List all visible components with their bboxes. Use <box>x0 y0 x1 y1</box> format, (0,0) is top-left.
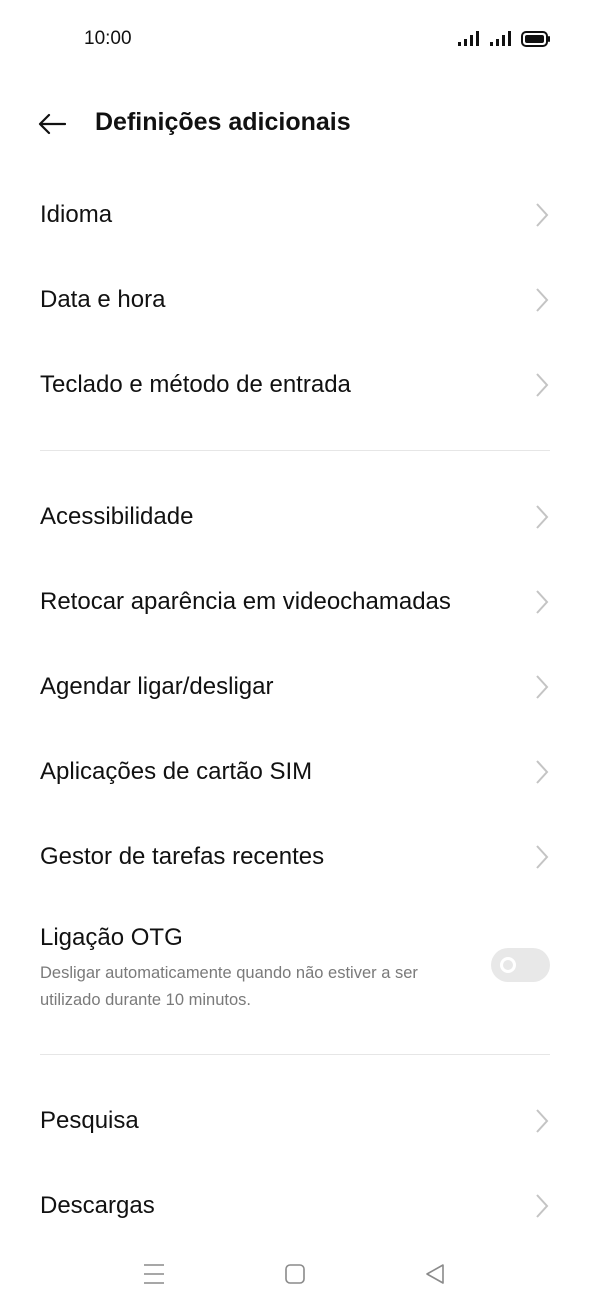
page-title: Definições adicionais <box>95 108 351 136</box>
chevron-right-icon <box>536 1194 549 1218</box>
signal-icon <box>458 31 479 46</box>
system-nav-bar <box>0 1240 589 1309</box>
otg-title: Ligação OTG <box>40 924 183 951</box>
chevron-right-icon <box>536 760 549 784</box>
chevron-right-icon <box>536 288 549 312</box>
settings-item-label: Pesquisa <box>40 1107 139 1134</box>
otg-toggle[interactable] <box>491 948 550 982</box>
status-time: 10:00 <box>84 28 132 49</box>
divider <box>40 1054 550 1055</box>
settings-item-label: Agendar ligar/desligar <box>40 673 274 700</box>
chevron-right-icon <box>536 505 549 529</box>
settings-item-recent-tasks[interactable]: Gestor de tarefas recentes <box>0 815 589 900</box>
toggle-knob <box>500 957 516 973</box>
status-bar: 10:00 <box>0 0 589 80</box>
chevron-right-icon <box>536 675 549 699</box>
back-triangle-icon <box>426 1264 444 1284</box>
settings-item-video-call-retouch[interactable]: Retocar aparência em videochamadas <box>0 560 589 645</box>
settings-item-sim-apps[interactable]: Aplicações de cartão SIM <box>0 730 589 815</box>
chevron-right-icon <box>536 1109 549 1133</box>
settings-item-language[interactable]: Idioma <box>0 173 589 258</box>
otg-description: Desligar automaticamente quando não esti… <box>40 964 418 1009</box>
chevron-right-icon <box>536 845 549 869</box>
settings-item-date-time[interactable]: Data e hora <box>0 258 589 343</box>
divider <box>40 450 550 451</box>
back-button[interactable] <box>32 104 72 144</box>
settings-item-label: Descargas <box>40 1192 155 1219</box>
home-square-icon <box>285 1264 305 1284</box>
chevron-right-icon <box>536 590 549 614</box>
settings-item-downloads[interactable]: Descargas <box>0 1163 589 1248</box>
settings-item-label: Gestor de tarefas recentes <box>40 843 325 870</box>
settings-item-schedule-power[interactable]: Agendar ligar/desligar <box>0 645 589 730</box>
settings-item-label: Retocar aparência em videochamadas <box>40 588 451 615</box>
battery-icon <box>521 31 550 47</box>
settings-item-label: Teclado e método de entrada <box>40 371 351 398</box>
app-bar: Definições adicionais <box>0 90 589 154</box>
settings-item-search[interactable]: Pesquisa <box>0 1078 589 1163</box>
settings-item-label: Idioma <box>40 201 113 228</box>
chevron-right-icon <box>536 203 549 227</box>
settings-item-label: Acessibilidade <box>40 503 194 530</box>
settings-item-accessibility[interactable]: Acessibilidade <box>0 475 589 560</box>
chevron-right-icon <box>536 373 549 397</box>
back-arrow-icon <box>38 113 66 135</box>
settings-item-label: Data e hora <box>40 286 166 313</box>
settings-item-keyboard[interactable]: Teclado e método de entrada <box>0 343 589 428</box>
nav-back-button[interactable] <box>420 1260 450 1288</box>
settings-item-label: Aplicações de cartão SIM <box>40 758 313 785</box>
signal-icon <box>490 31 511 46</box>
nav-menu-button[interactable] <box>139 1260 169 1288</box>
status-icons <box>457 28 551 50</box>
menu-icon <box>144 1264 164 1284</box>
nav-home-button[interactable] <box>280 1260 310 1288</box>
